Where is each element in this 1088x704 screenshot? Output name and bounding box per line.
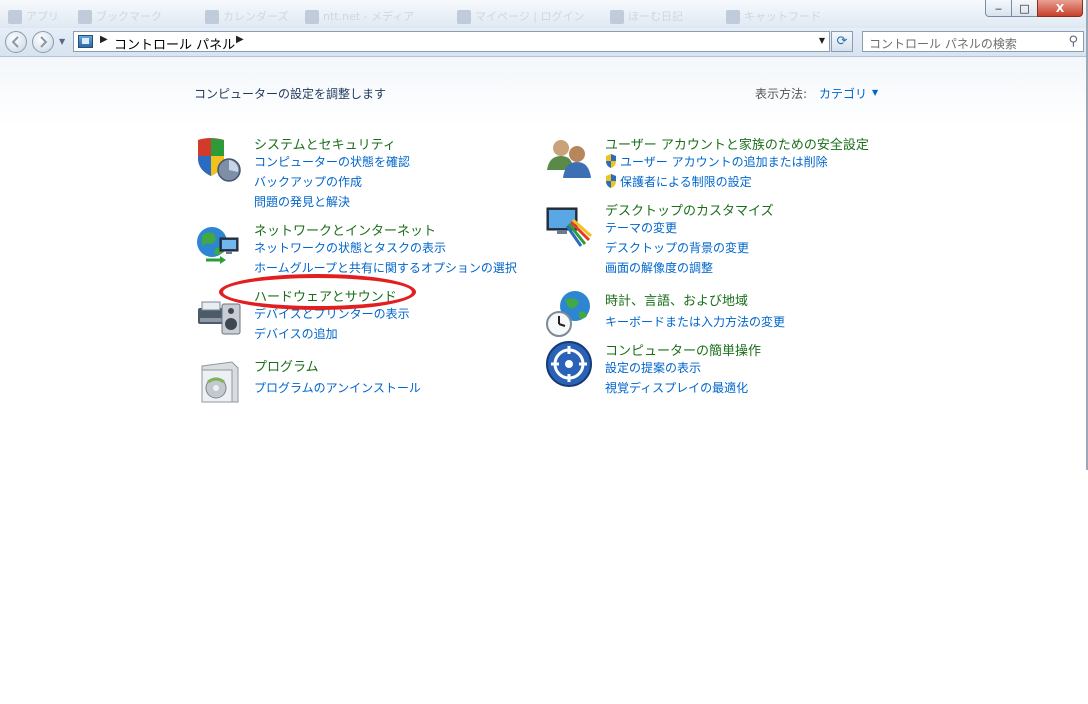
- link-desktop-background[interactable]: デスクトップの背景の変更: [605, 239, 749, 256]
- category-system-security: システムとセキュリティ コンピューターの状態を確認 バックアップの作成 問題の発…: [194, 134, 534, 209]
- category-title[interactable]: ネットワークとインターネット: [254, 220, 436, 239]
- category-title[interactable]: ユーザー アカウントと家族のための安全設定: [605, 134, 869, 153]
- close-button[interactable]: X: [1037, 0, 1083, 17]
- shield-icon: [198, 138, 241, 182]
- chevron-down-icon[interactable]: ▼: [872, 88, 878, 97]
- background-tab: マイページ | ログイン: [457, 8, 584, 24]
- link-add-device[interactable]: デバイスの追加: [254, 325, 338, 342]
- page-title: コンピューターの設定を調整します: [194, 87, 387, 101]
- link-check-status[interactable]: コンピューターの状態を確認: [254, 153, 410, 170]
- category-title[interactable]: システムとセキュリティ: [254, 134, 396, 153]
- uac-shield-icon: [606, 174, 616, 188]
- forward-arrow-icon: [40, 36, 48, 48]
- search-icon[interactable]: ⚲: [1068, 34, 1078, 49]
- search-placeholder: コントロール パネルの検索: [869, 37, 1017, 51]
- background-tab: アプリ: [8, 8, 59, 24]
- title-bar: アプリ ブックマーク カレンダーズ ntt.net - メディア マイページ |…: [0, 0, 1086, 28]
- link-homegroup-options[interactable]: ホームグループと共有に関するオプションの選択: [254, 259, 517, 276]
- refresh-button[interactable]: ⟳: [831, 31, 853, 52]
- breadcrumb-separator-icon[interactable]: ▶: [236, 34, 244, 45]
- address-dropdown-icon[interactable]: ▼: [819, 36, 825, 45]
- annotation-ellipse: [219, 274, 416, 310]
- recent-pages-dropdown[interactable]: ▼: [59, 37, 65, 46]
- link-optimize-display[interactable]: 視覚ディスプレイの最適化: [605, 379, 748, 396]
- background-tab: カレンダーズ: [205, 8, 288, 24]
- category-programs: プログラム プログラムのアンインストール: [194, 356, 534, 406]
- view-by-dropdown[interactable]: カテゴリ: [819, 85, 867, 102]
- minimize-button[interactable]: ‒: [985, 0, 1012, 17]
- category-ease-of-access: コンピューターの簡単操作 設定の提案の表示 視覚ディスプレイの最適化: [545, 340, 885, 396]
- background-tab: キャットフード: [726, 8, 821, 24]
- control-panel-icon: [78, 35, 93, 48]
- navigation-bar: ▼ ▶ コントロール パネル ▶ ▼ ⟳ コントロール パネルの検索 ⚲: [0, 28, 1086, 57]
- link-keyboard-input[interactable]: キーボードまたは入力方法の変更: [605, 313, 785, 330]
- link-screen-resolution[interactable]: 画面の解像度の調整: [605, 259, 713, 276]
- ease-of-access-icon: [546, 341, 592, 387]
- link-troubleshoot[interactable]: 問題の発見と解決: [254, 193, 350, 210]
- uac-shield-icon: [606, 154, 616, 168]
- link-create-backup[interactable]: バックアップの作成: [254, 173, 362, 190]
- category-appearance: デスクトップのカスタマイズ テーマの変更 デスクトップの背景の変更 画面の解像度…: [545, 200, 885, 276]
- users-icon: [547, 140, 591, 178]
- control-panel-window: アプリ ブックマーク カレンダーズ ntt.net - メディア マイページ |…: [0, 0, 1088, 470]
- category-title[interactable]: プログラム: [254, 356, 319, 375]
- programs-box-icon: [201, 361, 239, 403]
- link-change-theme[interactable]: テーマの変更: [605, 219, 677, 236]
- link-network-status[interactable]: ネットワークの状態とタスクの表示: [254, 239, 446, 256]
- clock-globe-icon: [546, 291, 590, 337]
- back-button[interactable]: [5, 31, 27, 53]
- category-user-accounts: ユーザー アカウントと家族のための安全設定 ユーザー アカウントの追加または削除…: [545, 134, 885, 190]
- address-bar[interactable]: ▶ コントロール パネル ▶ ▼: [73, 31, 830, 53]
- category-clock-language-region: 時計、言語、および地域 キーボードまたは入力方法の変更: [545, 290, 885, 340]
- maximize-button[interactable]: □: [1011, 0, 1038, 17]
- view-by-label: 表示方法:: [755, 87, 808, 101]
- back-arrow-icon: [11, 36, 19, 48]
- main-content: コンピューターの設定を調整します 表示方法: カテゴリ ▼: [0, 57, 1086, 470]
- forward-button[interactable]: [32, 31, 54, 53]
- link-uninstall-program[interactable]: プログラムのアンインストール: [254, 379, 421, 396]
- link-parental-controls[interactable]: 保護者による制限の設定: [605, 173, 752, 190]
- link-add-remove-accounts[interactable]: ユーザー アカウントの追加または削除: [605, 153, 828, 170]
- background-tab: ntt.net - メディア: [305, 8, 414, 24]
- breadcrumb-control-panel[interactable]: コントロール パネル: [114, 34, 235, 53]
- monitor-palette-icon: [546, 207, 592, 247]
- link-suggested-settings[interactable]: 設定の提案の表示: [605, 359, 701, 376]
- background-tab: ほーむ日記: [610, 8, 683, 24]
- search-input[interactable]: コントロール パネルの検索 ⚲: [862, 31, 1084, 52]
- breadcrumb-separator-icon[interactable]: ▶: [100, 34, 108, 45]
- background-tab: ブックマーク: [78, 8, 162, 24]
- category-title[interactable]: デスクトップのカスタマイズ: [605, 200, 774, 219]
- category-title[interactable]: コンピューターの簡単操作: [605, 340, 761, 359]
- category-title[interactable]: 時計、言語、および地域: [605, 290, 748, 309]
- refresh-icon: ⟳: [836, 34, 848, 49]
- category-network-internet: ネットワークとインターネット ネットワークの状態とタスクの表示 ホームグループと…: [194, 220, 534, 276]
- network-globe-icon: [197, 227, 239, 264]
